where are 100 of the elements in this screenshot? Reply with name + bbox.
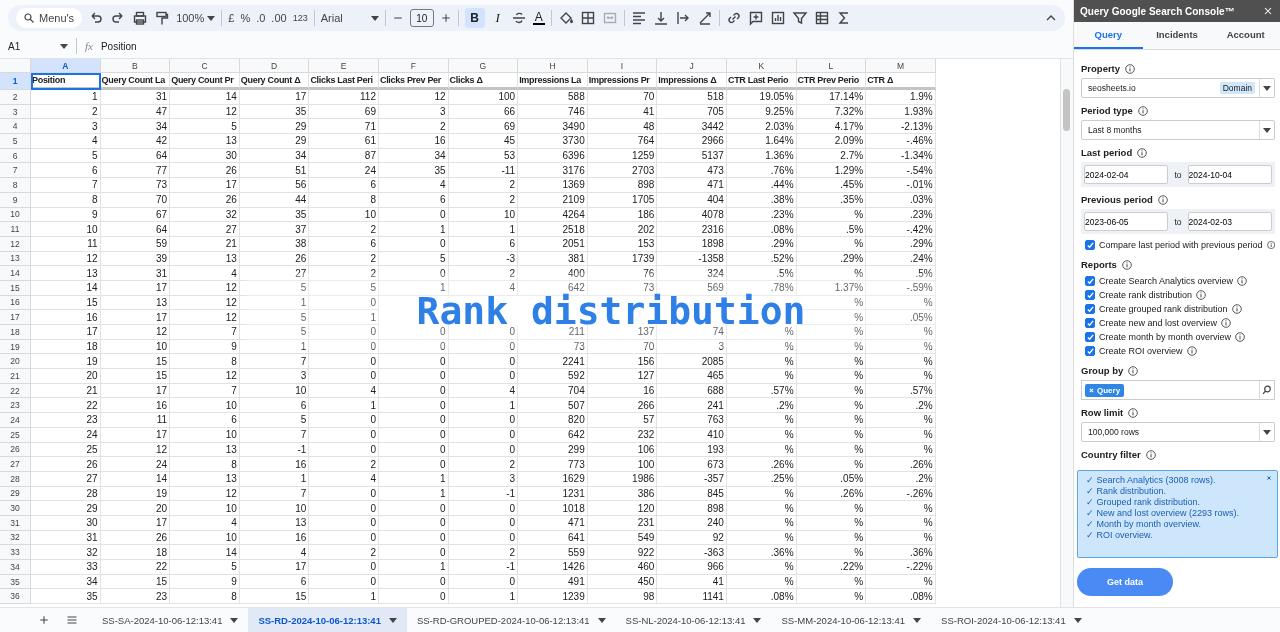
caret-icon[interactable] — [230, 617, 239, 623]
info-icon[interactable] — [1235, 332, 1246, 342]
caret-icon[interactable] — [1263, 85, 1271, 91]
info-icon[interactable] — [1128, 407, 1139, 418]
column-header[interactable]: I — [587, 59, 658, 73]
row-number[interactable]: 34 — [0, 560, 31, 575]
formula-field[interactable]: Position — [100, 40, 137, 52]
row-number[interactable]: 27 — [0, 457, 31, 472]
percent-format-button[interactable]: % — [240, 12, 251, 24]
search-field[interactable]: Menu's — [16, 8, 83, 28]
row-number[interactable]: 4 — [0, 119, 31, 135]
caret-icon[interactable] — [913, 617, 922, 623]
info-icon[interactable] — [1157, 194, 1168, 205]
merge-cells-icon[interactable] — [601, 10, 618, 26]
row-number[interactable]: 33 — [0, 545, 31, 560]
checkbox[interactable] — [1085, 332, 1095, 342]
align-left-icon[interactable] — [630, 10, 647, 26]
scrollbar[interactable] — [1060, 59, 1073, 607]
menu-icon[interactable] — [66, 614, 78, 626]
sheet-tab[interactable]: SS-NL-2024-10-06-12:13:41 — [615, 608, 772, 632]
info-icon[interactable] — [1186, 346, 1197, 356]
panel-tab[interactable]: Query — [1074, 22, 1143, 49]
info-icon[interactable] — [1266, 240, 1275, 250]
checkbox[interactable] — [1085, 346, 1095, 356]
font-size-field[interactable]: 10 — [409, 9, 434, 27]
caret-icon[interactable] — [207, 15, 216, 21]
row-number[interactable]: 24 — [0, 413, 31, 428]
column-header[interactable]: D — [239, 59, 310, 73]
caret-icon[interactable] — [753, 617, 762, 623]
column-header[interactable]: M — [866, 59, 936, 73]
currency-format-button[interactable]: £ — [228, 12, 235, 24]
increase-decimals-button[interactable]: .00 — [271, 12, 287, 24]
info-icon[interactable] — [1128, 365, 1139, 376]
sheet-tab[interactable]: SS-RD-GROUPED-2024-10-06-12:13:41 — [406, 608, 616, 632]
row-number[interactable]: 21 — [0, 369, 31, 384]
caret-icon[interactable] — [597, 617, 606, 623]
cell-reference[interactable]: A1 — [8, 40, 68, 52]
number-format-button[interactable]: 123 — [292, 13, 308, 23]
column-header[interactable]: K — [726, 59, 797, 73]
checkbox[interactable] — [1085, 276, 1095, 286]
plus-icon[interactable] — [439, 12, 452, 24]
date-field[interactable]: 2024-10-04 — [1187, 165, 1272, 184]
sheet-tab[interactable]: SS-MM-2024-10-06-12:13:41 — [771, 608, 932, 632]
row-number[interactable]: 20 — [0, 354, 31, 370]
date-field[interactable]: 2023-06-05 — [1084, 212, 1169, 231]
checkbox[interactable] — [1085, 304, 1095, 314]
checkbox[interactable] — [1085, 290, 1095, 300]
row-number[interactable]: 2 — [0, 90, 31, 105]
row-number[interactable]: 5 — [0, 134, 31, 149]
print-icon[interactable] — [132, 10, 149, 26]
comment-icon[interactable] — [747, 10, 764, 26]
remove-icon[interactable] — [1089, 387, 1094, 393]
paint-roller-icon[interactable] — [154, 10, 171, 26]
info-icon[interactable] — [1145, 449, 1156, 460]
column-header[interactable]: A — [31, 59, 101, 73]
column-header[interactable]: F — [378, 59, 449, 73]
add-sheet-icon[interactable] — [38, 614, 50, 626]
property-dropdown[interactable]: seosheets.io Domain — [1081, 78, 1275, 98]
bold-button[interactable]: B — [464, 8, 485, 28]
strikethrough-icon[interactable] — [510, 10, 527, 26]
date-field[interactable]: 2024-02-04 — [1084, 165, 1169, 184]
caret-icon[interactable] — [388, 617, 397, 623]
vertical-align-icon[interactable] — [652, 10, 669, 26]
decrease-decimals-button[interactable]: .0 — [256, 12, 266, 24]
text-color-button[interactable]: A — [532, 11, 545, 25]
date-field[interactable]: 2024-02-03 — [1187, 212, 1272, 231]
period-dropdown[interactable]: Last 8 months — [1081, 120, 1275, 140]
link-icon[interactable] — [725, 10, 742, 26]
table-icon[interactable] — [813, 10, 830, 26]
column-header[interactable]: B — [100, 59, 171, 73]
query-chip[interactable]: Query — [1085, 383, 1125, 397]
caret-icon[interactable] — [60, 43, 68, 49]
panel-tab[interactable]: Account — [1211, 22, 1280, 49]
checkbox[interactable] — [1085, 318, 1095, 328]
sheet-tab[interactable]: SS-SA-2024-10-06-12:13:41 — [92, 608, 249, 632]
row-number[interactable]: 11 — [0, 222, 31, 237]
info-icon[interactable] — [1137, 105, 1148, 116]
row-number[interactable]: 1 — [0, 73, 31, 90]
column-header[interactable]: J — [657, 59, 727, 73]
column-header[interactable]: H — [518, 59, 588, 73]
caret-icon[interactable] — [1073, 617, 1082, 623]
column-header[interactable]: G — [448, 59, 519, 73]
column-header[interactable]: E — [309, 59, 379, 73]
group-by-field[interactable]: Query — [1081, 380, 1275, 400]
sheet-tab[interactable]: SS-RD-2024-10-06-12:13:41 — [248, 608, 407, 632]
italic-button[interactable]: I — [490, 10, 505, 26]
column-header[interactable]: L — [796, 59, 867, 73]
font-dropdown[interactable]: Arial — [320, 12, 379, 24]
zoom-dropdown[interactable]: 100% — [176, 12, 216, 24]
column-header[interactable]: C — [170, 59, 240, 73]
row-number[interactable]: 14 — [0, 266, 31, 281]
info-icon[interactable] — [1125, 63, 1136, 74]
close-icon[interactable] — [1262, 5, 1274, 17]
chart-icon[interactable] — [769, 10, 786, 26]
caret-icon[interactable] — [1263, 429, 1271, 435]
panel-tab[interactable]: Incidents — [1142, 22, 1212, 49]
row-number[interactable]: 8 — [0, 178, 31, 193]
row-number[interactable]: 18 — [0, 325, 31, 340]
info-icon[interactable] — [1221, 318, 1232, 328]
row-limit-dropdown[interactable]: 100,000 rows — [1081, 422, 1275, 442]
